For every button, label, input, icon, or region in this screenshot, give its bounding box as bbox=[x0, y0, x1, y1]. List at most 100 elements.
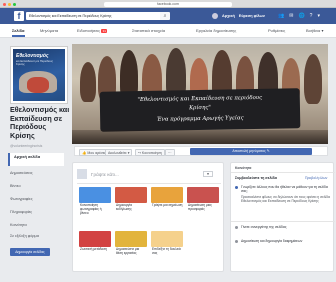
tile-write-note[interactable]: Γράψτε μια σημείωση bbox=[151, 187, 183, 219]
megaphone-icon bbox=[235, 240, 238, 243]
send-message-label: Αποστολή μηνύματος bbox=[232, 149, 266, 153]
cover-banner: "Εθελοντισμός και Εκπαίδευση σε περιόδου… bbox=[99, 88, 301, 132]
tile-live-video[interactable]: Ζωντανή μετάδοση bbox=[79, 231, 111, 263]
ads-text: Δημοσίευση και δημιουργία διαφημίσεων bbox=[241, 239, 303, 243]
messages-icon[interactable]: ✉ bbox=[289, 13, 293, 19]
send-message-button[interactable]: Αποστολή μηνύματος ✎ bbox=[190, 148, 312, 155]
tile-label: Ζωντανή μετάδοση bbox=[80, 247, 107, 251]
sidebar-item-posts[interactable]: Δημοσιεύσεις bbox=[10, 171, 33, 175]
people-icon bbox=[235, 186, 238, 189]
tab-messages[interactable]: Μηνύματα bbox=[40, 24, 58, 37]
facebook-logo-icon[interactable]: f bbox=[14, 11, 24, 21]
like-icon: 👍 bbox=[82, 150, 87, 155]
close-window-icon[interactable] bbox=[3, 2, 6, 6]
divider bbox=[231, 221, 335, 222]
share-label: Κοινοποίηση bbox=[141, 150, 162, 155]
offer-tile-icon bbox=[187, 187, 219, 203]
tab-notifications[interactable]: Ειδοποιήσεις 31 bbox=[77, 24, 108, 37]
page-title: Εθελοντισμός και Εκπαίδευση σε Περιόδους… bbox=[10, 105, 70, 140]
composer-settings-button[interactable]: ▾ bbox=[203, 171, 213, 177]
share-button[interactable]: ↪ Κοινοποίηση bbox=[135, 148, 165, 156]
post-composer: Γράψτε κάτι... ▾ Κοινοποίηση φωτογραφίας… bbox=[72, 162, 224, 272]
tile-share-photo[interactable]: Κοινοποίηση φωτογραφίας ή βίντεο bbox=[79, 187, 111, 219]
divider bbox=[231, 172, 335, 173]
note-tile-icon bbox=[151, 187, 183, 203]
minimize-window-icon[interactable] bbox=[8, 2, 11, 6]
page-profile-picture[interactable]: Εθελοντισμός και Εκπαίδευση σε Περιόδους… bbox=[10, 46, 68, 104]
avatar bbox=[77, 169, 87, 179]
tile-label: Γράψτε μια σημείωση bbox=[152, 203, 183, 207]
create-page-button[interactable]: Δημιουργία σελίδας bbox=[10, 248, 50, 256]
pencil-icon: ✎ bbox=[266, 149, 270, 153]
sidebar-item-community[interactable]: Κοινότητα bbox=[10, 223, 27, 227]
become-partner-text: Γίνετε συνεργάτης της σελίδας bbox=[241, 225, 287, 229]
banner-line2: Κρίσης" bbox=[189, 104, 211, 112]
tab-page[interactable]: Σελίδα bbox=[12, 24, 25, 37]
topbar-icons: 👥 ✉ 🌐 ? ▾ bbox=[278, 13, 320, 19]
following-button[interactable]: Ακολουθείτε ▾ bbox=[105, 148, 133, 156]
notifications-icon[interactable]: 🌐 bbox=[298, 13, 304, 19]
avatar[interactable] bbox=[212, 13, 218, 19]
photo-tile-icon bbox=[79, 187, 111, 203]
browser-toolbar: facebook.com bbox=[0, 0, 336, 8]
ads-item[interactable]: Δημοσίευση και δημιουργία διαφημίσεων bbox=[235, 239, 333, 243]
sidebar-item-more[interactable]: Σε εξέλιξη φόρμα bbox=[10, 234, 56, 239]
find-friends-link[interactable]: Εύρεση φίλων bbox=[239, 14, 265, 18]
banner-line1: "Εθελοντισμός και Εκπαίδευση σε περιόδου… bbox=[137, 94, 263, 104]
share-icon: ↪ bbox=[138, 150, 141, 155]
become-partner-item[interactable]: Γίνετε συνεργάτης της σελίδας bbox=[235, 225, 333, 229]
sidebar-item-home[interactable]: Αρχική σελίδα bbox=[8, 153, 64, 166]
star-icon bbox=[235, 226, 238, 229]
page-tabs: Σελίδα Μηνύματα Ειδοποιήσεις 31 Στατιστικ… bbox=[0, 24, 336, 38]
notification-count-badge: 31 bbox=[101, 29, 108, 33]
more-button[interactable]: ··· bbox=[165, 148, 175, 156]
tile-label: Δημιουργία εκδήλωσης bbox=[116, 203, 132, 211]
sidebar-item-about[interactable]: Πληροφορίες bbox=[10, 210, 32, 214]
friend-requests-icon[interactable]: 👥 bbox=[278, 13, 284, 19]
cover-photo[interactable]: "Εθελοντισμός και Εκπαίδευση σε περιόδου… bbox=[72, 44, 328, 144]
sidebar-item-photos[interactable]: Φωτογραφίες bbox=[10, 197, 33, 201]
url-bar[interactable]: facebook.com bbox=[104, 1, 232, 7]
search-icon[interactable]: ⌕ bbox=[160, 12, 170, 20]
showcase-tile-icon bbox=[151, 231, 183, 247]
community-panel: Κοινότητα Συμβουλεύστε τη σελίδα Προβολή… bbox=[230, 162, 335, 272]
home-link[interactable]: Αρχική bbox=[222, 14, 235, 18]
tile-post-job[interactable]: Δημοσιεύστε μια θέση εργασίας bbox=[115, 231, 147, 263]
calendar-tile-icon bbox=[115, 187, 147, 203]
chevron-down-icon[interactable]: ▾ bbox=[317, 13, 320, 19]
tile-label: Δημοσιεύστε μια θέση εργασίας bbox=[116, 247, 140, 255]
tile-post-offer[interactable]: Δημοσίευση μιας προσφοράς bbox=[187, 187, 219, 219]
banner-line3: Ένα πρόγραμμα Αρωγής Υγείας bbox=[156, 115, 244, 123]
composer-input-row[interactable]: Γράψτε κάτι... bbox=[77, 169, 119, 179]
see-all-link[interactable]: Προβολή όλων bbox=[305, 176, 327, 180]
cover-person bbox=[80, 62, 96, 102]
tile-label: Επιδείξτε τη δουλειά σας bbox=[152, 247, 181, 255]
tab-settings[interactable]: Ρυθμίσεις bbox=[268, 24, 285, 37]
community-header: Κοινότητα bbox=[235, 166, 252, 170]
topbar-right: Αρχική Εύρεση φίλων bbox=[212, 13, 265, 19]
community-item-text: Γνωρίζετε άλλους που θα ήθελαν να μάθουν… bbox=[241, 185, 328, 194]
tab-insights[interactable]: Στατιστικά στοιχεία bbox=[132, 24, 165, 37]
tab-help[interactable]: Βοήθεια ▾ bbox=[306, 24, 323, 37]
tab-notifications-label: Ειδοποιήσεις bbox=[77, 28, 101, 33]
invite-friends-text: Προσκαλέστε φίλους να δηλώσουν ότι τους … bbox=[241, 195, 331, 204]
job-tile-icon bbox=[115, 231, 147, 247]
invite-friends-item[interactable]: Προσκαλέστε φίλους να δηλώσουν ότι τους … bbox=[235, 195, 333, 203]
tile-showcase-work[interactable]: Επιδείξτε τη δουλειά σας bbox=[151, 231, 183, 263]
sidebar-item-videos[interactable]: Βίντεο bbox=[10, 184, 21, 188]
liked-button[interactable]: 👍 Μου αρέσει bbox=[79, 148, 109, 156]
zoom-window-icon[interactable] bbox=[13, 2, 16, 6]
search-input[interactable]: Εθελοντισμός και Εκπαίδευση σε Περιόδους… bbox=[26, 12, 166, 20]
following-label: Ακολουθείτε bbox=[108, 150, 127, 155]
profile-illustration-heart bbox=[27, 77, 49, 93]
community-item: Γνωρίζετε άλλους που θα ήθελαν να μάθουν… bbox=[235, 185, 333, 193]
divider bbox=[77, 183, 221, 184]
cover-person bbox=[304, 54, 322, 104]
help-icon[interactable]: ? bbox=[310, 13, 313, 19]
page-handle[interactable]: @volunteeringincrisis bbox=[10, 144, 42, 148]
tile-label: Δημοσίευση μιας προσφοράς bbox=[188, 203, 212, 211]
tab-publishing-tools[interactable]: Εργαλεία δημοσίευσης bbox=[196, 24, 236, 37]
tile-create-event[interactable]: Δημιουργία εκδήλωσης bbox=[115, 187, 147, 219]
profile-badge-subtitle: και Εκπαίδευση σε Περιόδους Κρίσης bbox=[16, 59, 53, 67]
composer-placeholder[interactable]: Γράψτε κάτι... bbox=[91, 172, 119, 177]
